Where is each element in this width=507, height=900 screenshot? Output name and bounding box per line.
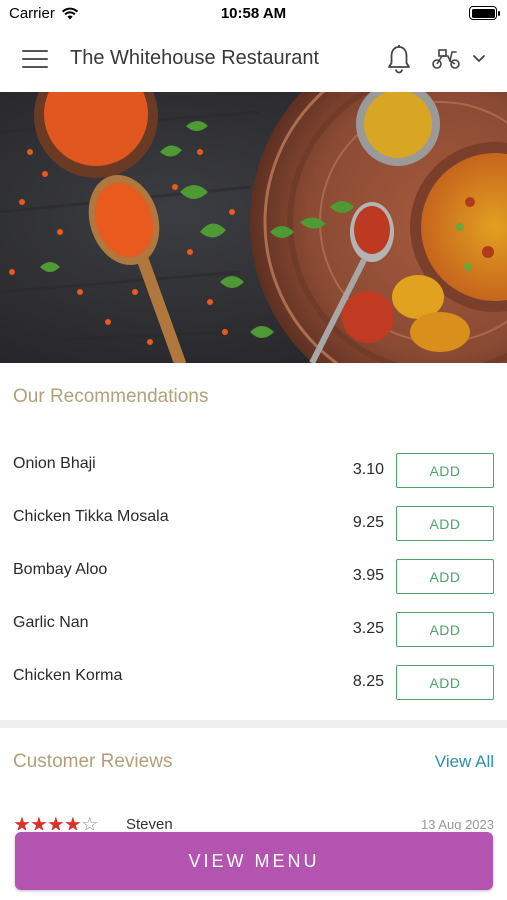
dish-name: Onion Bhaji (13, 455, 96, 472)
add-button[interactable]: ADD (396, 612, 494, 647)
recommendations-heading: Our Recommendations (13, 386, 209, 407)
dish-price: 8.25 (352, 673, 384, 690)
star-outline-icon: ☆ (80, 814, 99, 830)
review-date: 13 Aug 2023 (420, 817, 494, 830)
reviewer-name: Steven (126, 816, 173, 830)
dish-name: Chicken Tikka Mosala (13, 508, 169, 525)
recommendation-row: Garlic Nan 3.25 ADD (0, 612, 507, 665)
add-button[interactable]: ADD (396, 506, 494, 541)
chevron-down-icon[interactable] (472, 54, 486, 64)
dish-price: 9.25 (352, 514, 384, 531)
dish-price: 3.10 (352, 461, 384, 478)
dish-price: 3.95 (352, 567, 384, 584)
section-divider (0, 720, 507, 728)
menu-icon[interactable] (22, 50, 48, 70)
status-time: 10:58 AM (220, 5, 287, 22)
app-bar: The Whitehouse Restaurant (0, 28, 507, 92)
status-bar: Carrier 10:58 AM (0, 0, 507, 28)
scooter-icon[interactable] (431, 47, 461, 71)
recommendation-row: Onion Bhaji 3.10 ADD (0, 453, 507, 506)
battery-icon (469, 6, 500, 20)
recommendation-row: Bombay Aloo 3.95 ADD (0, 559, 507, 612)
reviews-heading: Customer Reviews (13, 751, 173, 772)
dish-name: Bombay Aloo (13, 561, 108, 578)
restaurant-title: The Whitehouse Restaurant (70, 47, 320, 69)
bell-icon[interactable] (386, 44, 412, 74)
dish-name: Chicken Korma (13, 667, 123, 684)
add-button[interactable]: ADD (396, 453, 494, 488)
dish-name: Garlic Nan (13, 614, 89, 631)
star-icon: ★ (46, 814, 65, 830)
add-button[interactable]: ADD (396, 559, 494, 594)
view-menu-button[interactable]: VIEW MENU (15, 832, 493, 890)
star-icon: ★ (13, 814, 31, 830)
hero-food-image (0, 92, 507, 363)
star-icon: ★ (63, 814, 82, 830)
add-button[interactable]: ADD (396, 665, 494, 700)
view-all-reviews-link[interactable]: View All (435, 752, 494, 772)
recommendation-row: Chicken Tikka Mosala 9.25 ADD (0, 506, 507, 559)
review-item: ★★★★☆ Steven 13 Aug 2023 (0, 808, 507, 830)
dish-price: 3.25 (352, 620, 384, 637)
recommendation-row: Chicken Korma 8.25 ADD (0, 665, 507, 718)
star-icon: ★ (29, 814, 48, 830)
star-rating: ★★★★☆ (13, 812, 99, 830)
